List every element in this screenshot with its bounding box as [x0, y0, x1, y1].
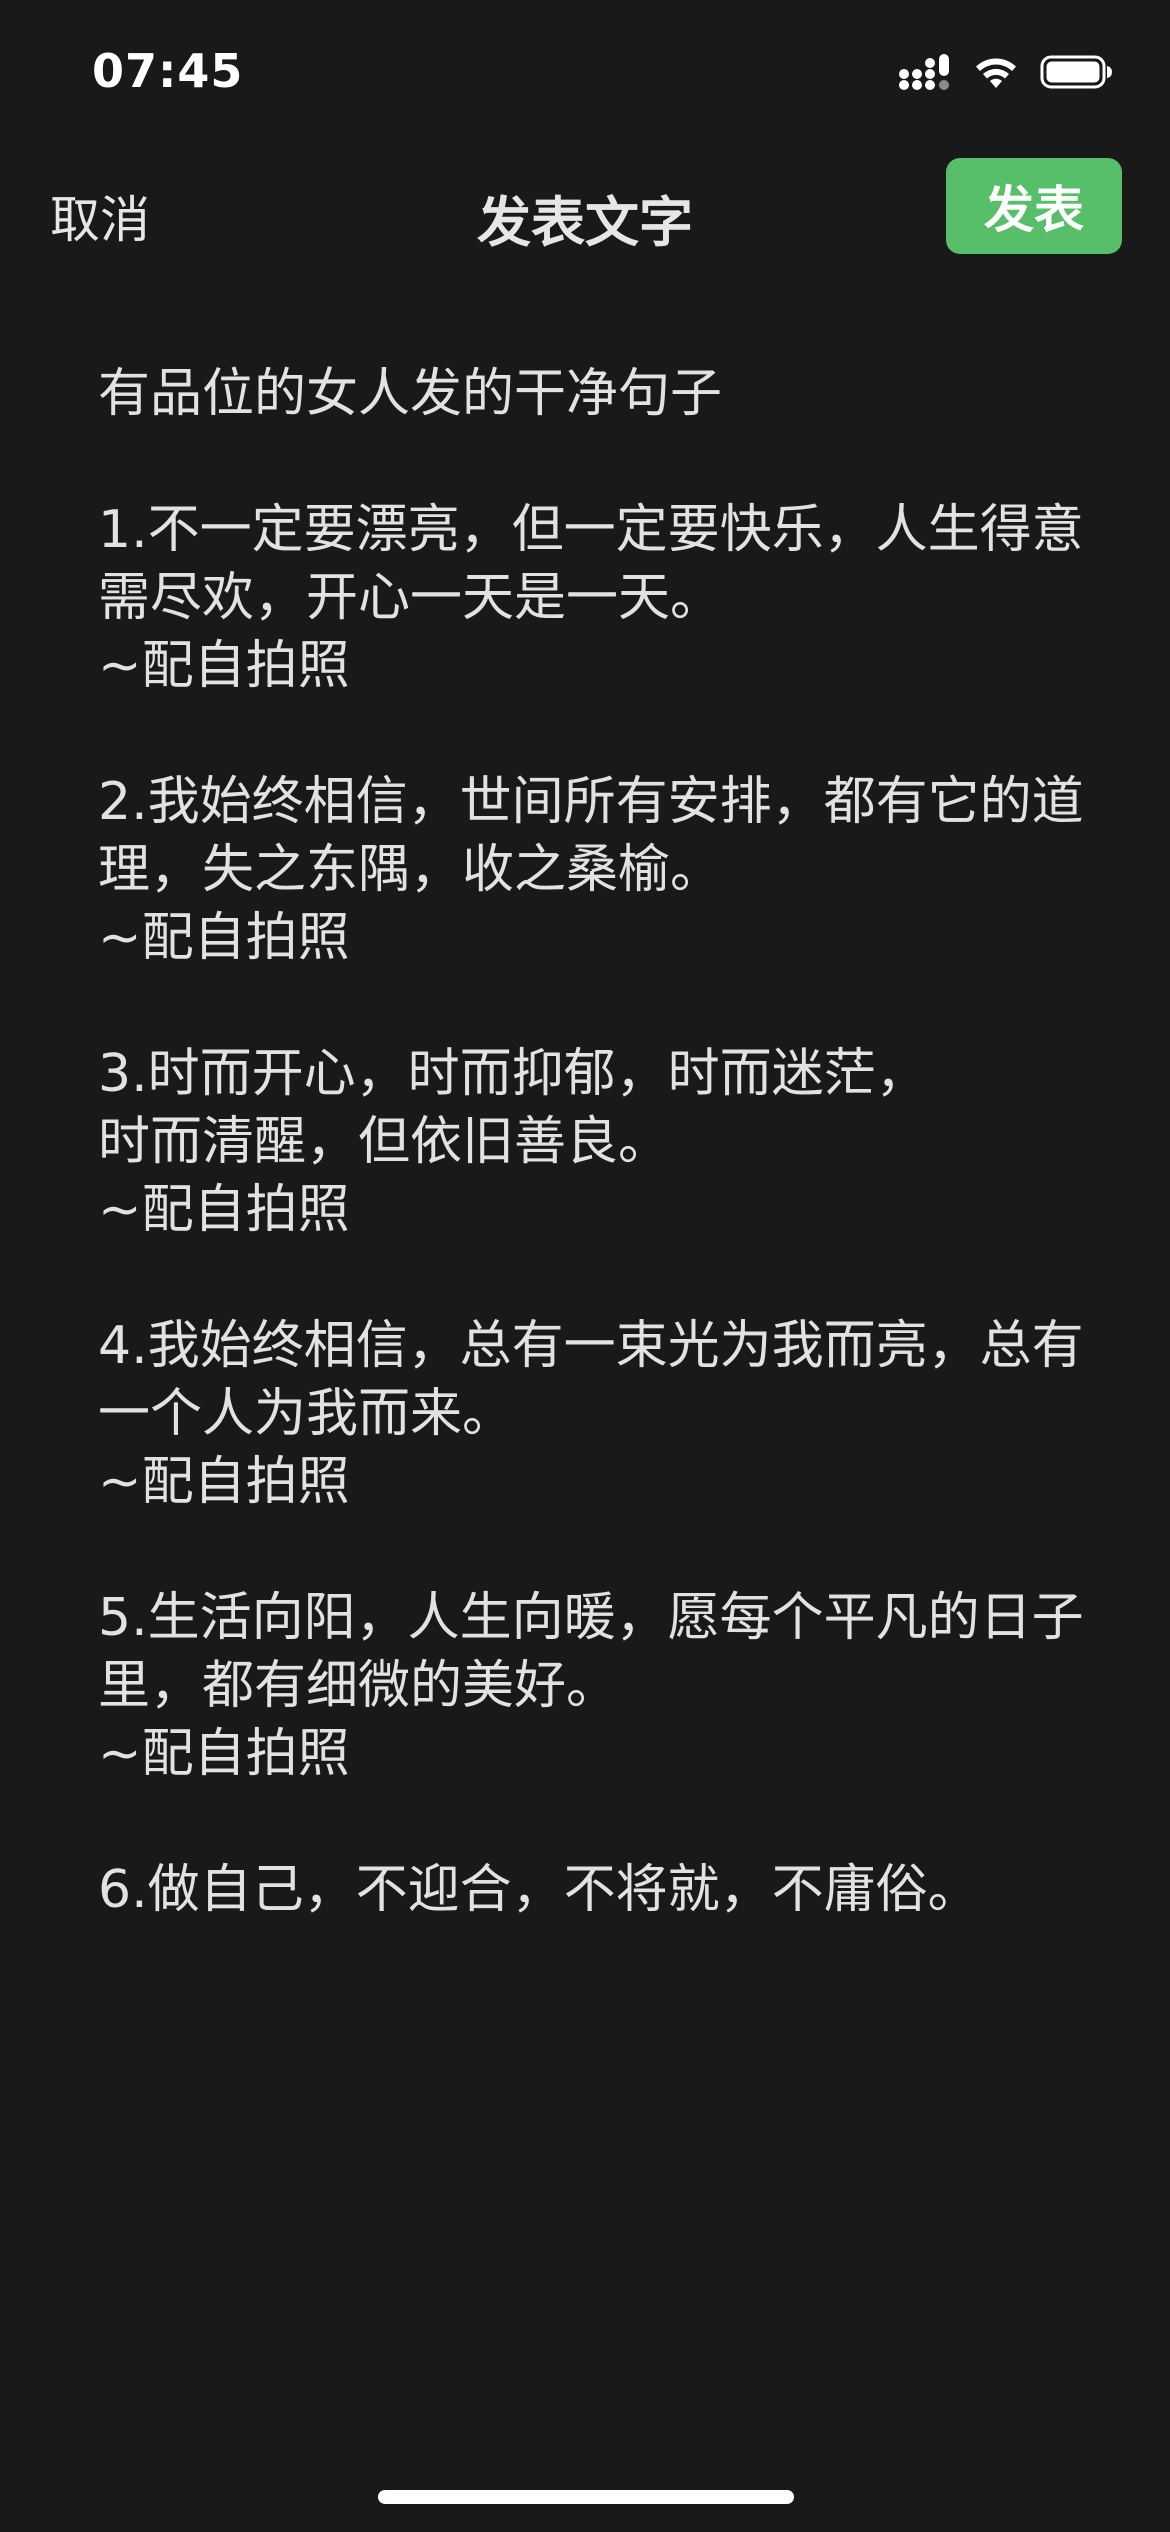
status-bar: 07:45 — [0, 0, 1170, 150]
nav-bar: 取消 发表文字 发表 — [0, 150, 1170, 270]
battery-icon — [1040, 52, 1114, 92]
status-time: 07:45 — [92, 44, 244, 98]
cancel-button[interactable]: 取消 — [50, 180, 150, 252]
status-icons — [898, 52, 1114, 92]
publish-button[interactable]: 发表 — [946, 158, 1122, 254]
signal-icon — [898, 52, 952, 92]
post-text-input[interactable]: 有品位的女人发的干净句子 1.不一定要漂亮，但一定要快乐，人生得意需尽欢，开心一… — [98, 360, 1098, 2060]
wifi-icon — [972, 52, 1020, 92]
home-indicator[interactable] — [378, 2490, 794, 2504]
